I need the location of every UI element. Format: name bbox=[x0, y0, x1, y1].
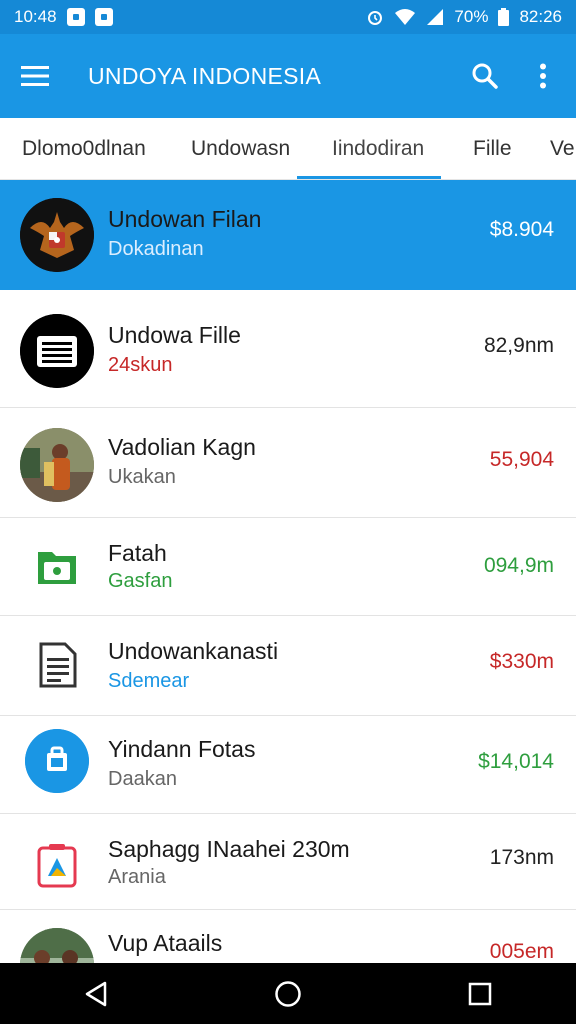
more-vert-icon bbox=[540, 63, 546, 89]
status-time: 10:48 bbox=[14, 7, 57, 26]
item-value: 55,904 bbox=[489, 448, 554, 471]
home-button[interactable] bbox=[258, 969, 318, 1019]
signal-icon bbox=[427, 9, 444, 25]
document-icon bbox=[20, 628, 94, 702]
battery-icon bbox=[498, 8, 510, 26]
menu-button[interactable] bbox=[0, 34, 70, 118]
list-item[interactable]: Yindann Fotas Daakan $14,014 bbox=[0, 716, 576, 814]
item-value: $330m bbox=[489, 650, 554, 673]
bag-icon bbox=[25, 729, 89, 793]
hamburger-icon bbox=[21, 66, 49, 86]
notification-icon bbox=[94, 8, 113, 26]
tab-2[interactable]: Iindodiran bbox=[332, 118, 424, 179]
tab-bar: Dlomo0dlnan Undowasn Iindodiran Fille Ve bbox=[0, 118, 576, 180]
item-subtitle: Arania bbox=[108, 866, 166, 888]
item-subtitle: Ukakan bbox=[108, 466, 176, 488]
home-circle-icon bbox=[275, 980, 301, 1007]
item-name: Fatah bbox=[108, 540, 167, 566]
document-list-icon bbox=[20, 314, 94, 388]
tab-1[interactable]: Undowasn bbox=[191, 118, 290, 179]
item-subtitle: Dokadinan bbox=[108, 238, 204, 260]
list-item[interactable]: Fatah Gasfan 094,9m bbox=[0, 518, 576, 616]
list-item[interactable]: Undowa Fille 24skun 82,9nm bbox=[0, 290, 576, 408]
item-name: Undowa Fille bbox=[108, 322, 241, 348]
tab-4[interactable]: Ve bbox=[550, 118, 575, 179]
list-item[interactable]: Saphagg INaahei 230m Arania 173nm bbox=[0, 814, 576, 910]
tab-3[interactable]: Fille bbox=[473, 118, 512, 179]
list-item[interactable]: Undowan Filan Dokadinan $8.904 bbox=[0, 180, 576, 290]
notification-icon bbox=[66, 8, 85, 26]
back-button[interactable] bbox=[66, 969, 126, 1019]
slides-icon bbox=[20, 828, 94, 902]
item-name: Vup Ataails bbox=[108, 930, 223, 956]
item-value: 173nm bbox=[489, 846, 554, 869]
alarm-icon bbox=[368, 11, 383, 25]
system-nav-bar bbox=[0, 963, 576, 1024]
item-value: 094,9m bbox=[483, 554, 554, 577]
search-icon bbox=[472, 63, 498, 89]
item-value: 005em bbox=[489, 940, 554, 963]
status-bar: 10:48 70% 82:26 bbox=[0, 0, 576, 34]
app-title: UNDOYA INDONESIA bbox=[88, 62, 322, 89]
item-value: $14,014 bbox=[478, 750, 554, 773]
app-bar: UNDOYA INDONESIA bbox=[0, 34, 576, 118]
item-name: Undowan Filan bbox=[108, 206, 262, 232]
garuda-emblem-icon bbox=[20, 198, 94, 272]
person-photo-icon bbox=[20, 428, 94, 502]
item-subtitle: 24skun bbox=[108, 354, 173, 376]
item-value: 82,9nm bbox=[483, 334, 554, 357]
group-photo-icon bbox=[20, 928, 94, 963]
item-subtitle: Gasfan bbox=[108, 570, 173, 592]
item-subtitle: Daakan bbox=[108, 768, 177, 790]
item-value: $8.904 bbox=[489, 218, 554, 241]
item-name: Saphagg INaahei 230m bbox=[108, 836, 350, 862]
file-list: Undowan Filan Dokadinan $8.904 Undowa Fi… bbox=[0, 180, 576, 963]
list-item[interactable]: Undowankanasti Sdemear $330m bbox=[0, 616, 576, 716]
list-item[interactable]: Vadolian Kagn Ukakan 55,904 bbox=[0, 408, 576, 518]
item-name: Undowankanasti bbox=[108, 638, 279, 664]
wifi-icon bbox=[395, 9, 416, 25]
item-name: Yindann Fotas bbox=[108, 736, 256, 762]
item-subtitle: Sdemear bbox=[108, 670, 190, 692]
status-clock: 82:26 bbox=[519, 7, 562, 26]
recents-button[interactable] bbox=[450, 969, 510, 1019]
back-triangle-icon bbox=[85, 981, 107, 1006]
search-button[interactable] bbox=[456, 34, 514, 118]
tab-0[interactable]: Dlomo0dlnan bbox=[22, 118, 146, 179]
item-name: Vadolian Kagn bbox=[108, 434, 256, 460]
list-item[interactable]: Vup Ataails 005em bbox=[0, 910, 576, 963]
recents-square-icon bbox=[468, 982, 492, 1005]
green-folder-icon bbox=[20, 530, 94, 604]
overflow-menu-button[interactable] bbox=[514, 34, 572, 118]
battery-percent: 70% bbox=[454, 7, 489, 26]
